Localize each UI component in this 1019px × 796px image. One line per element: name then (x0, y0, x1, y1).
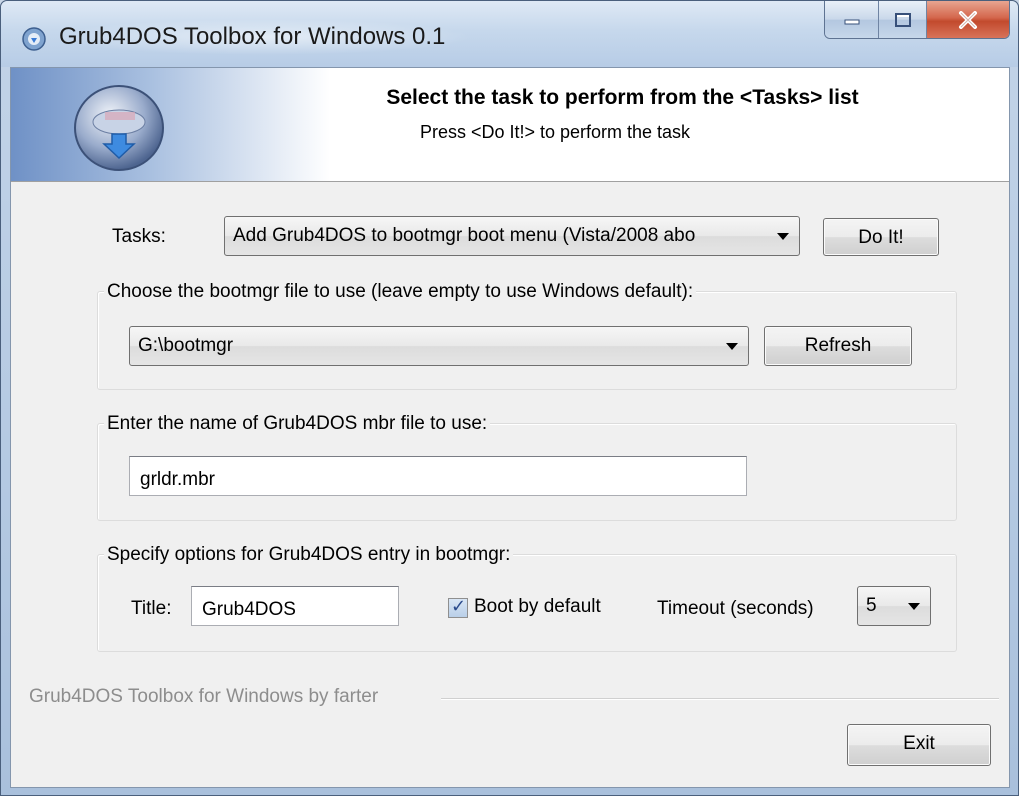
window-title: Grub4DOS Toolbox for Windows 0.1 (59, 23, 446, 50)
options-group-title: Specify options for Grub4DOS entry in bo… (104, 544, 514, 566)
checkmark-icon: ✓ (451, 596, 467, 616)
exit-button[interactable]: Exit (847, 724, 991, 766)
refresh-button[interactable]: Refresh (764, 326, 912, 366)
boot-by-default-label[interactable]: Boot by default (474, 596, 601, 618)
footer-divider (441, 698, 999, 700)
window-controls (824, 1, 1010, 39)
tasks-dropdown[interactable]: Add Grub4DOS to bootmgr boot menu (Vista… (224, 216, 800, 256)
timeout-label: Timeout (seconds) (657, 598, 814, 619)
maximize-icon (894, 12, 911, 27)
mbr-group-title: Enter the name of Grub4DOS mbr file to u… (104, 413, 491, 435)
close-button[interactable] (927, 1, 1009, 38)
entry-title-label: Title: (131, 598, 172, 619)
tasks-dropdown-value: Add Grub4DOS to bootmgr boot menu (Vista… (233, 225, 696, 246)
header-banner: Select the task to perform from the <Tas… (11, 68, 1009, 182)
maximize-button[interactable] (879, 1, 927, 38)
minimize-button[interactable] (825, 1, 879, 38)
chevron-down-icon (777, 233, 789, 240)
tasks-label: Tasks: (112, 226, 166, 247)
do-it-button[interactable]: Do It! (823, 218, 939, 256)
bootmgr-file-dropdown[interactable]: G:\bootmgr (129, 326, 749, 366)
entry-title-input[interactable] (191, 586, 399, 626)
timeout-value: 5 (866, 595, 877, 616)
mbr-file-input[interactable] (129, 456, 747, 496)
bootmgr-group-title: Choose the bootmgr file to use (leave em… (104, 281, 697, 303)
timeout-dropdown[interactable]: 5 (857, 586, 931, 626)
title-bar[interactable]: Grub4DOS Toolbox for Windows 0.1 (1, 1, 1018, 67)
header-subtitle: Press <Do It!> to perform the task (419, 122, 691, 142)
bootmgr-file-value: G:\bootmgr (138, 335, 234, 356)
chevron-down-icon (726, 343, 738, 350)
toolbox-app-icon (22, 27, 46, 51)
client-area: Select the task to perform from the <Tas… (10, 67, 1010, 788)
main-window: Grub4DOS Toolbox for Windows 0.1 Select … (0, 0, 1019, 796)
close-icon (959, 10, 977, 29)
footer-credit: Grub4DOS Toolbox for Windows by farter (29, 686, 379, 707)
boot-by-default-checkbox[interactable]: ✓ (448, 596, 468, 618)
chevron-down-icon (908, 603, 920, 610)
minimize-icon (844, 19, 859, 24)
header-title: Select the task to perform from the <Tas… (386, 86, 859, 109)
